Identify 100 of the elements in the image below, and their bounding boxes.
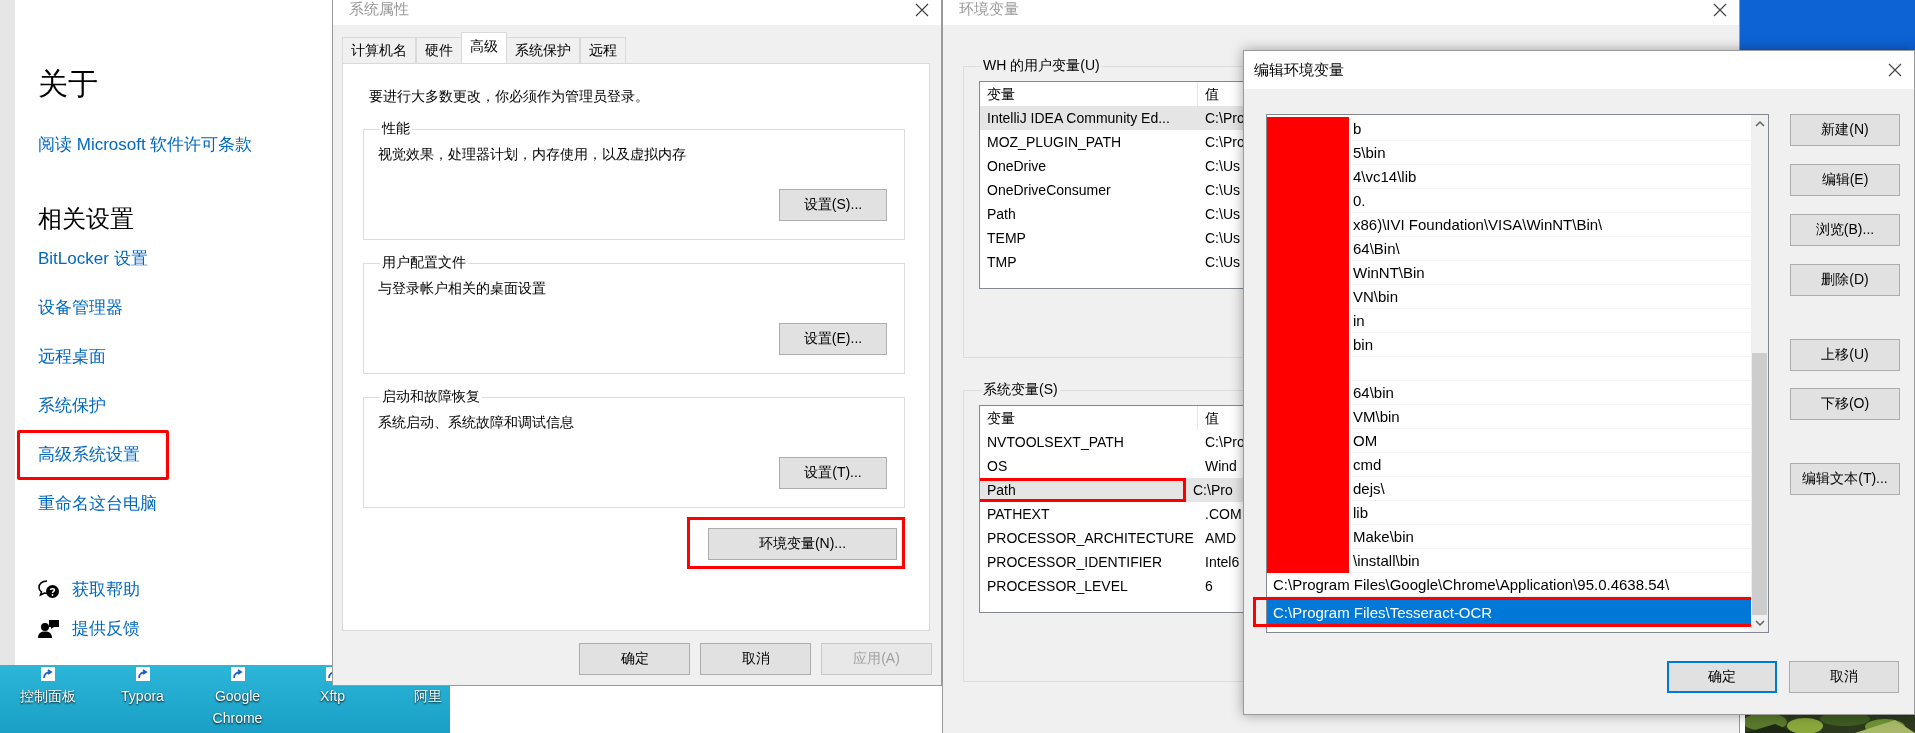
group-title: WH 的用户变量(U)	[982, 57, 1101, 75]
table-cell-text: Path	[986, 205, 1017, 224]
close-icon[interactable]	[1888, 63, 1902, 77]
path-text: 64\Bin\	[1353, 240, 1400, 257]
table-cell-text: TMP	[986, 253, 1018, 272]
path-entry[interactable]: 5\bin	[1267, 141, 1751, 165]
action-button[interactable]: 下移(O)	[1790, 388, 1900, 420]
table-cell-text: OneDrive	[986, 157, 1048, 176]
window-title: 编辑环境变量	[1254, 60, 1344, 80]
path-entry[interactable]: bin	[1267, 333, 1751, 357]
path-entry[interactable]: 0.	[1267, 189, 1751, 213]
path-text: WinNT\Bin	[1353, 264, 1425, 281]
path-entry[interactable]: C:\Program Files\Tesseract-OCR	[1267, 600, 1751, 624]
path-text: x86)\IVI Foundation\VISA\WinNT\Bin\	[1353, 216, 1603, 233]
table-cell-text: PROCESSOR_LEVEL	[986, 577, 1129, 596]
path-text: C:\Program Files\Google\Chrome\Application\95.0.4638.54\	[1272, 576, 1670, 593]
table-cell-text: NVTOOLSEXT_PATH	[986, 433, 1125, 452]
help-link[interactable]: 获取帮助	[72, 578, 140, 602]
help-link[interactable]: 提供反馈	[72, 617, 140, 641]
path-text: C:\Program Files\Tesseract-OCR	[1272, 603, 1493, 621]
path-entry[interactable]: cmd	[1267, 453, 1751, 477]
path-text: b	[1353, 120, 1362, 137]
table-cell-text: Wind	[1204, 457, 1238, 476]
path-entry[interactable]: VM\bin	[1267, 405, 1751, 429]
action-button[interactable]: 浏览(B)...	[1790, 214, 1900, 246]
path-entry[interactable]	[1267, 357, 1751, 381]
group-title: 系统变量(S)	[982, 381, 1059, 399]
tab[interactable]: 系统保护	[506, 37, 580, 63]
shortcut-arrow-icon[interactable]	[40, 667, 55, 681]
table-cell-text: TEMP	[986, 229, 1027, 248]
path-entry[interactable]: b	[1267, 117, 1751, 141]
tab[interactable]: 高级	[461, 32, 507, 63]
path-entry[interactable]: lib	[1267, 501, 1751, 525]
path-text: 64\bin	[1353, 384, 1394, 401]
table-cell-text: PATHEXT	[986, 505, 1051, 524]
environment-variables-button[interactable]: 环境变量(N)...	[708, 528, 897, 560]
path-text: VM\bin	[1353, 408, 1400, 425]
license-link[interactable]: 阅读 Microsoft 软件许可条款	[38, 133, 253, 157]
dialog-button[interactable]: 确定	[1667, 661, 1777, 693]
tab[interactable]: 硬件	[416, 37, 462, 63]
action-button[interactable]: 上移(U)	[1790, 339, 1900, 371]
scrollbar[interactable]	[1751, 115, 1768, 632]
table-cell-text: OneDriveConsumer	[986, 181, 1112, 200]
table-cell-text: .COM	[1204, 505, 1243, 524]
action-button[interactable]: 删除(D)	[1790, 264, 1900, 296]
settings-button[interactable]: 设置(T)...	[779, 457, 887, 489]
dialog-button[interactable]: 取消	[700, 643, 811, 675]
path-entry[interactable]: dejs\	[1267, 477, 1751, 501]
help-chat-icon	[38, 580, 60, 600]
table-cell-text: C:\Us	[1204, 253, 1241, 272]
path-entry[interactable]: 64\bin	[1267, 381, 1751, 405]
path-text: OM	[1353, 432, 1378, 449]
action-button[interactable]: 编辑文本(T)...	[1790, 463, 1900, 495]
path-entry[interactable]: Make\bin	[1267, 525, 1751, 549]
table-cell-text: IntelliJ IDEA Community Ed...	[986, 109, 1171, 128]
settings-link[interactable]: 系统保护	[38, 394, 106, 418]
path-entry[interactable]: OM	[1267, 429, 1751, 453]
action-button[interactable]: 编辑(E)	[1790, 164, 1900, 196]
table-cell-text: C:\Us	[1204, 181, 1241, 200]
settings-link[interactable]: BitLocker 设置	[38, 247, 148, 271]
tab[interactable]: 远程	[580, 37, 626, 63]
group-title: 用户配置文件	[381, 254, 467, 272]
path-text: dejs\	[1353, 480, 1385, 497]
table-cell-text: 6	[1204, 577, 1214, 596]
tab[interactable]: 计算机名	[342, 37, 416, 63]
dialog-button[interactable]: 确定	[579, 643, 690, 675]
settings-link[interactable]: 远程桌面	[38, 345, 106, 369]
path-entry[interactable]: 64\Bin\	[1267, 237, 1751, 261]
close-icon[interactable]	[1713, 3, 1727, 17]
settings-link[interactable]: 重命名这台电脑	[38, 492, 157, 516]
path-text: 5\bin	[1353, 144, 1386, 161]
path-entry[interactable]: 4\vc14\lib	[1267, 165, 1751, 189]
settings-link[interactable]: 设备管理器	[38, 296, 123, 320]
path-entry[interactable]: C:\Program Files\Google\Chrome\Application\95.0.4638.54\	[1267, 573, 1751, 597]
path-entry[interactable]: WinNT\Bin	[1267, 261, 1751, 285]
group-description: 视觉效果，处理器计划，内存使用，以及虚拟内存	[378, 145, 687, 164]
path-entry[interactable]: in	[1267, 309, 1751, 333]
page-title: 关于	[38, 66, 98, 102]
path-entry[interactable]: VN\bin	[1267, 285, 1751, 309]
shortcut-arrow-icon[interactable]	[230, 667, 245, 681]
settings-button[interactable]: 设置(E)...	[779, 323, 887, 355]
group-description: 与登录帐户相关的桌面设置	[378, 279, 547, 298]
path-text: VN\bin	[1353, 288, 1399, 305]
table-cell-text: C:\Us	[1204, 229, 1241, 248]
scrollbar-thumb[interactable]	[1752, 353, 1767, 615]
path-entry[interactable]: x86)\IVI Foundation\VISA\WinNT\Bin\	[1267, 213, 1751, 237]
table-cell-text: PROCESSOR_ARCHITECTURE	[986, 529, 1195, 548]
settings-button[interactable]: 设置(S)...	[779, 189, 887, 221]
path-entry[interactable]: \install\bin	[1267, 549, 1751, 573]
column-header[interactable]: 变量	[980, 406, 1198, 430]
table-cell-text: MOZ_PLUGIN_PATH	[986, 133, 1123, 152]
settings-link[interactable]: 高级系统设置	[17, 430, 169, 480]
shortcut-arrow-icon[interactable]	[135, 667, 150, 681]
dialog-button[interactable]: 取消	[1789, 661, 1899, 693]
feedback-person-icon	[38, 619, 60, 639]
path-text: Make\bin	[1353, 528, 1414, 545]
close-icon[interactable]	[915, 3, 929, 17]
action-button[interactable]: 新建(N)	[1790, 114, 1900, 146]
table-cell-text: C:\Us	[1204, 205, 1241, 224]
table-cell-text: OS	[986, 457, 1009, 476]
